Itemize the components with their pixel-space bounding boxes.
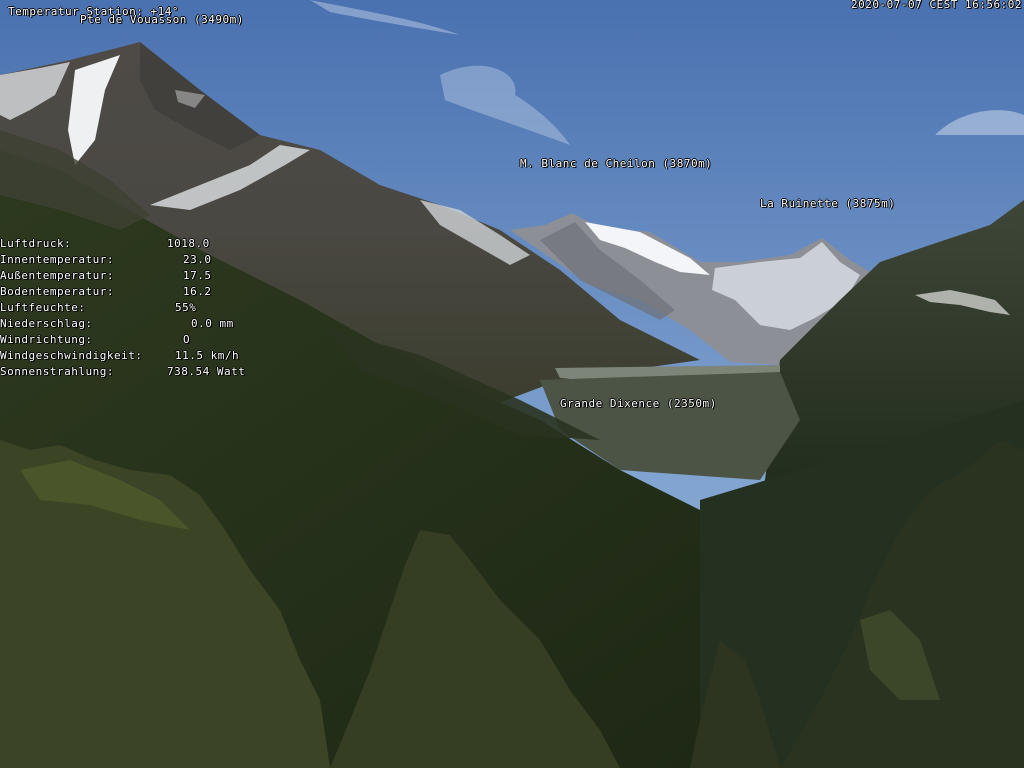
weather-label: Innentemperatur: [0, 253, 114, 266]
weather-value: 23.0 [183, 253, 212, 266]
peak-label-vouasson: Pte de Vouasson (3490m) [80, 13, 244, 26]
weather-readout: Luftdruck: 1018.0 Innentemperatur: 23.0 … [0, 237, 270, 387]
weather-value: 16.2 [183, 285, 212, 298]
weather-value: 11.5 km/h [175, 349, 240, 362]
weather-value: 17.5 [183, 269, 212, 282]
weather-row-wind-speed: Windgeschwindigkeit: 11.5 km/h [0, 349, 260, 365]
weather-value: O [183, 333, 191, 346]
weather-value: 0.0 mm [191, 317, 234, 330]
weather-row-ground-temp: Bodentemperatur: 16.2 [0, 285, 260, 301]
weather-label: Sonnenstrahlung: [0, 365, 114, 378]
weather-label: Niederschlag: [0, 317, 93, 330]
timestamp: 2020-07-07 CEST 16:56:02 [851, 0, 1022, 11]
peak-label-ruinette: La Ruinette (3875m) [760, 197, 896, 210]
weather-label: Windrichtung: [0, 333, 93, 346]
weather-row-pressure: Luftdruck: 1018.0 [0, 237, 260, 253]
weather-row-solar-radiation: Sonnenstrahlung: 738.54 Watt [0, 365, 260, 381]
weather-row-humidity: Luftfeuchte: 55% [0, 301, 260, 317]
weather-label: Außentemperatur: [0, 269, 114, 282]
weather-row-wind-direction: Windrichtung: O [0, 333, 260, 349]
peak-label-dixence: Grande Dixence (2350m) [560, 397, 717, 410]
weather-value: 1018.0 [167, 237, 210, 250]
weather-label: Bodentemperatur: [0, 285, 114, 298]
weather-row-precipitation: Niederschlag: 0.0 mm [0, 317, 260, 333]
weather-value: 55% [175, 301, 197, 314]
weather-value: 738.54 Watt [167, 365, 246, 378]
weather-row-indoor-temp: Innentemperatur: 23.0 [0, 253, 260, 269]
weather-label: Luftdruck: [0, 237, 72, 250]
weather-row-outdoor-temp: Außentemperatur: 17.5 [0, 269, 260, 285]
peak-label-cheilon: M. Blanc de Cheilon (3870m) [520, 157, 713, 170]
weather-label: Luftfeuchte: [0, 301, 86, 314]
weather-label: Windgeschwindigkeit: [0, 349, 143, 362]
